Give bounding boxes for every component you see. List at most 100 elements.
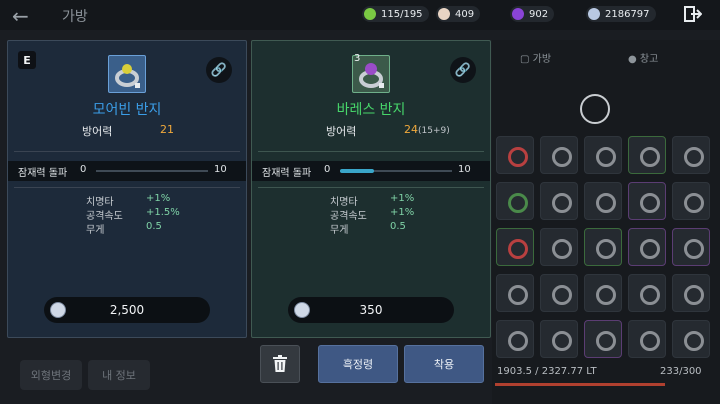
substat-label: 공격속도 xyxy=(86,211,123,222)
storage-icon: ● xyxy=(628,54,637,65)
substat-value: +1% xyxy=(390,193,415,204)
inventory-slot[interactable] xyxy=(672,320,710,358)
black-essence-button[interactable]: 흑정령 xyxy=(318,345,398,383)
divider xyxy=(14,151,240,152)
item-card-equipped: E 🔗 모어빈 반지 방어력 21 잠재력 돌파 0 10 치명타 +1% 공격… xyxy=(7,40,247,338)
potential-bar xyxy=(96,170,208,172)
divider xyxy=(14,187,240,188)
inventory-slot[interactable] xyxy=(628,274,666,312)
inventory-slot[interactable] xyxy=(496,136,534,174)
ring-category-icon[interactable] xyxy=(580,94,610,124)
my-info-button[interactable]: 내 정보 xyxy=(88,360,150,390)
inventory-slot[interactable] xyxy=(584,182,622,220)
item-name: 모어빈 반지 xyxy=(92,102,162,118)
item-card-compare: 3 🔗 바레스 반지 방어력 24(15+9) 잠재력 돌파 0 10 치명타 … xyxy=(251,40,491,338)
tab-storage[interactable]: ● 창고 xyxy=(628,50,658,65)
trash-icon xyxy=(273,355,287,372)
inventory-row xyxy=(496,136,710,174)
inventory-slot[interactable] xyxy=(628,136,666,174)
substat-value: 0.5 xyxy=(146,221,162,232)
weight-bar xyxy=(495,383,665,386)
price-box: 350 xyxy=(288,297,454,323)
equip-button[interactable]: 착용 xyxy=(404,345,484,383)
grade-badge: E xyxy=(18,51,36,69)
potential-label: 잠재력 돌파 xyxy=(262,168,312,179)
link-icon: 🔗 xyxy=(454,62,472,78)
defense-value: 24(15+9) xyxy=(404,123,450,136)
discard-button[interactable] xyxy=(260,345,300,383)
substat-label: 치명타 xyxy=(86,197,114,208)
inventory-slot[interactable] xyxy=(540,228,578,266)
inventory-slot[interactable] xyxy=(584,228,622,266)
substat-label: 공격속도 xyxy=(330,211,367,222)
potential-min: 0 xyxy=(324,164,331,175)
pearl-icon xyxy=(438,8,450,20)
inventory-slot[interactable] xyxy=(496,320,534,358)
inventory-capacity: 233/300 xyxy=(660,366,702,377)
inventory-slot[interactable] xyxy=(628,182,666,220)
substat-value: +1% xyxy=(390,207,415,218)
price-value: 2,500 xyxy=(109,303,145,317)
inventory-slot[interactable] xyxy=(628,320,666,358)
substat-label: 무게 xyxy=(86,225,105,236)
divider xyxy=(258,151,484,152)
silver-coin-icon xyxy=(588,8,600,20)
inventory-row xyxy=(496,182,710,220)
inventory-slot[interactable] xyxy=(628,228,666,266)
energy-icon xyxy=(364,8,376,20)
inventory-slot[interactable] xyxy=(672,228,710,266)
potential-row: 잠재력 돌파 0 10 xyxy=(252,161,490,181)
inventory-row xyxy=(496,228,710,266)
inventory-slot[interactable] xyxy=(672,182,710,220)
potential-max: 10 xyxy=(458,164,471,175)
inventory-slot[interactable] xyxy=(540,274,578,312)
potential-label: 잠재력 돌파 xyxy=(18,168,68,179)
appearance-button[interactable]: 외형변경 xyxy=(20,360,82,390)
item-ring-icon xyxy=(108,55,146,93)
link-button[interactable]: 🔗 xyxy=(206,57,232,83)
inventory-slot[interactable] xyxy=(584,136,622,174)
inventory-slot[interactable] xyxy=(496,228,534,266)
inventory-slot[interactable] xyxy=(672,274,710,312)
potential-bar xyxy=(340,169,452,173)
substat-label: 치명타 xyxy=(330,197,358,208)
divider xyxy=(258,187,484,188)
inventory-slot[interactable] xyxy=(496,182,534,220)
page-title: 가방 xyxy=(62,9,88,25)
inventory-slot[interactable] xyxy=(540,182,578,220)
bag-icon: ▢ xyxy=(520,54,530,65)
link-icon: 🔗 xyxy=(210,62,228,78)
defense-label: 방어력 xyxy=(82,125,113,138)
inventory-slot[interactable] xyxy=(540,320,578,358)
inventory-slot[interactable] xyxy=(496,274,534,312)
purple-gem-icon xyxy=(512,8,524,20)
inventory-row xyxy=(496,320,710,358)
inventory-weight: 1903.5 / 2327.77 LT xyxy=(497,366,597,377)
potential-max: 10 xyxy=(214,164,227,175)
resource-energy: 115/195 xyxy=(362,6,429,22)
substat-value: 0.5 xyxy=(390,221,406,232)
substat-label: 무게 xyxy=(330,225,349,236)
price-value: 350 xyxy=(359,303,383,317)
substat-value: +1% xyxy=(146,193,171,204)
resource-pearl: 409 xyxy=(436,6,481,22)
ring-icon xyxy=(115,64,140,88)
inventory-slot[interactable] xyxy=(540,136,578,174)
potential-row: 잠재력 돌파 0 10 xyxy=(8,161,246,181)
exit-icon[interactable] xyxy=(684,6,702,22)
defense-label: 방어력 xyxy=(326,125,357,138)
inventory-slot[interactable] xyxy=(584,274,622,312)
tab-bag[interactable]: ▢ 가방 xyxy=(520,50,551,65)
potential-bar-fill xyxy=(340,169,374,173)
inventory-slot[interactable] xyxy=(584,320,622,358)
back-arrow-icon[interactable]: ← xyxy=(12,4,29,28)
inventory-slot[interactable] xyxy=(672,136,710,174)
link-button[interactable]: 🔗 xyxy=(450,57,476,83)
substat-value: +1.5% xyxy=(146,207,180,218)
resource-gem: 902 xyxy=(510,6,555,22)
enhance-level: 3 xyxy=(354,53,361,64)
defense-value: 21 xyxy=(160,123,174,136)
potential-min: 0 xyxy=(80,164,87,175)
price-box: 2,500 xyxy=(44,297,210,323)
resource-silver: 2186797 xyxy=(586,6,656,22)
